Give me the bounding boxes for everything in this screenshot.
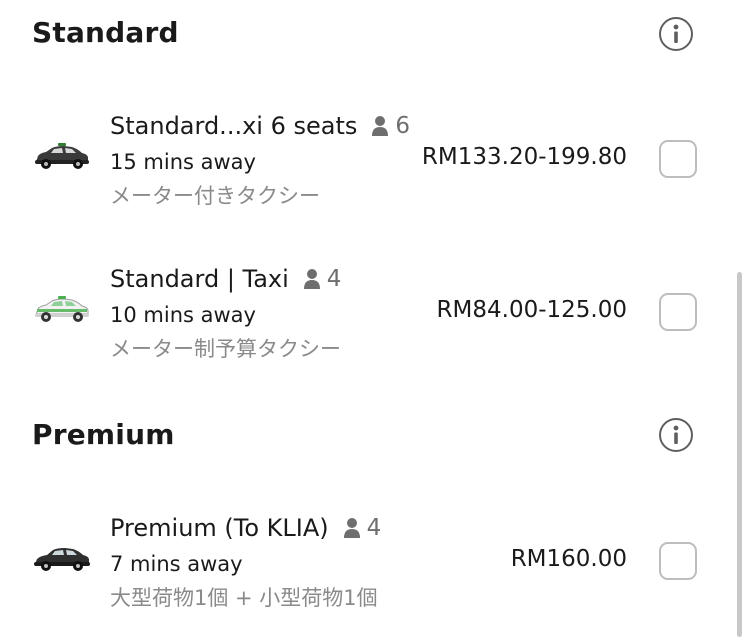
- light-taxi-car-icon: [32, 295, 90, 329]
- eta-text: 7 mins away: [110, 552, 243, 576]
- select-checkbox[interactable]: [659, 542, 697, 580]
- select-checkbox[interactable]: [659, 293, 697, 331]
- ride-option-standard-6-seats[interactable]: Standard...xi 6 seats 6 15 mins away メータ…: [0, 112, 740, 232]
- ride-option-premium-klia[interactable]: Premium (To KLIA) 4 7 mins away 大型荷物1個 +…: [0, 514, 740, 634]
- section-title-premium: Premium: [32, 418, 175, 451]
- seat-count-value: 6: [395, 113, 410, 139]
- person-icon: [372, 116, 389, 136]
- person-icon: [303, 269, 320, 289]
- price: RM160.00: [510, 546, 627, 572]
- option-description: メーター付きタクシー: [110, 184, 320, 208]
- option-name-row: Standard...xi 6 seats 6: [110, 112, 410, 140]
- select-checkbox[interactable]: [659, 140, 697, 178]
- info-icon[interactable]: [659, 17, 693, 51]
- price-range: RM84.00-125.00: [436, 297, 627, 323]
- scrollbar[interactable]: [737, 272, 742, 637]
- price-range: RM133.20-199.80: [421, 144, 627, 170]
- section-title-standard: Standard: [32, 16, 179, 49]
- option-name-row: Standard | Taxi 4: [110, 265, 341, 293]
- eta-text: 15 mins away: [110, 150, 256, 174]
- seat-count-value: 4: [326, 266, 342, 292]
- option-description: 大型荷物1個 + 小型荷物1個: [110, 586, 378, 610]
- premium-car-icon: [32, 544, 90, 578]
- option-name: Standard | Taxi: [110, 265, 289, 293]
- ride-option-standard-taxi[interactable]: Standard | Taxi 4 10 mins away メーター制予算タク…: [0, 265, 740, 385]
- person-icon: [343, 518, 360, 538]
- dark-taxi-car-icon: [32, 142, 90, 176]
- seat-count: 4: [343, 515, 382, 541]
- seat-count: 4: [303, 266, 342, 292]
- info-icon[interactable]: [659, 418, 693, 452]
- option-name: Premium (To KLIA): [110, 514, 329, 542]
- eta-text: 10 mins away: [110, 303, 256, 327]
- option-description: メーター制予算タクシー: [110, 337, 341, 361]
- seat-count: 6: [371, 113, 410, 139]
- option-name-row: Premium (To KLIA) 4: [110, 514, 381, 542]
- seat-count-value: 4: [366, 515, 382, 541]
- option-name: Standard...xi 6 seats: [110, 112, 358, 140]
